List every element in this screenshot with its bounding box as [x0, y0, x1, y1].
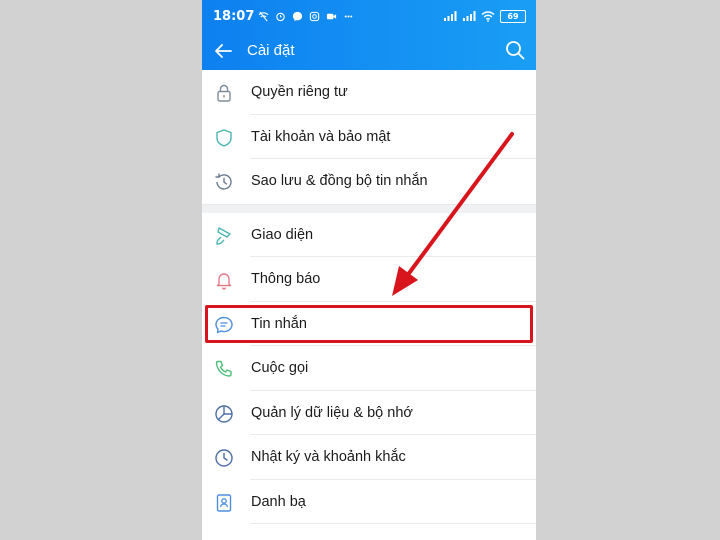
settings-item-account-security[interactable]: Tài khoản và bảo mật [202, 115, 536, 159]
settings-item-label: Nhật ký và khoảnh khắc [251, 449, 406, 465]
back-arrow-icon[interactable] [212, 40, 234, 62]
status-notification-icons [258, 9, 354, 23]
settings-item-appearance[interactable]: Giao diện [202, 213, 536, 257]
section-separator [202, 203, 536, 213]
backup-clock-icon [215, 173, 232, 190]
settings-item-data-storage[interactable]: Quản lý dữ liệu & bộ nhớ [202, 391, 536, 435]
settings-item-label: Giao diện [251, 226, 314, 243]
settings-item-label: Danh bạ [251, 493, 306, 510]
settings-item-calls[interactable]: Cuộc gọi [202, 346, 536, 391]
shield-icon [216, 128, 232, 147]
settings-item-label: Cuộc gọi [251, 360, 309, 376]
settings-item-diary[interactable]: Nhật ký và khoảnh khắc [202, 435, 536, 480]
divider [250, 523, 536, 524]
status-time: 18:07 [213, 9, 255, 24]
lock-icon [217, 84, 231, 102]
alarm-icon [276, 12, 285, 21]
phone-icon [215, 360, 232, 377]
settings-item-label: Tài khoản và bảo mật [251, 128, 391, 145]
status-bar: 18:07 69 [202, 0, 536, 32]
video-icon [326, 13, 337, 19]
settings-item-label: Quyền riêng tư [251, 84, 348, 100]
settings-item-backup[interactable]: Sao lưu & đồng bộ tin nhắn [202, 159, 536, 204]
wifi-off-icon [258, 11, 269, 21]
settings-item-notifications[interactable]: Thông báo [202, 257, 536, 302]
contact-card-icon [216, 493, 232, 512]
highlight-box [205, 305, 533, 343]
settings-item-label: Quản lý dữ liệu & bộ nhớ [251, 404, 413, 421]
settings-list: Quyền riêng tư Tài khoản và bảo mật Sao … [202, 70, 536, 524]
wifi-icon [481, 11, 495, 22]
pie-chart-icon [215, 404, 233, 423]
paint-brush-icon [216, 226, 231, 245]
more-dots-icon [344, 14, 353, 18]
clock-icon [215, 449, 233, 467]
settings-item-label: Thông báo [251, 271, 321, 287]
settings-item-privacy[interactable]: Quyền riêng tư [202, 70, 536, 115]
settings-item-label: Sao lưu & đồng bộ tin nhắn [251, 173, 428, 189]
search-icon[interactable] [504, 39, 526, 61]
battery-icon: 69 [500, 9, 526, 23]
settings-item-contacts[interactable]: Danh bạ [202, 480, 536, 524]
app-header: Cài đặt [202, 32, 536, 70]
signal-icon [444, 11, 457, 21]
status-system-icons: 69 [443, 8, 526, 24]
phone-screen: 18:07 69 Cài đặt Quyền riêng tư Tài khoả… [202, 0, 536, 540]
page-title: Cài đặt [247, 42, 295, 59]
signal-icon [463, 11, 476, 21]
messenger-icon [292, 11, 303, 21]
bell-icon [216, 273, 232, 290]
instagram-icon [309, 11, 320, 21]
